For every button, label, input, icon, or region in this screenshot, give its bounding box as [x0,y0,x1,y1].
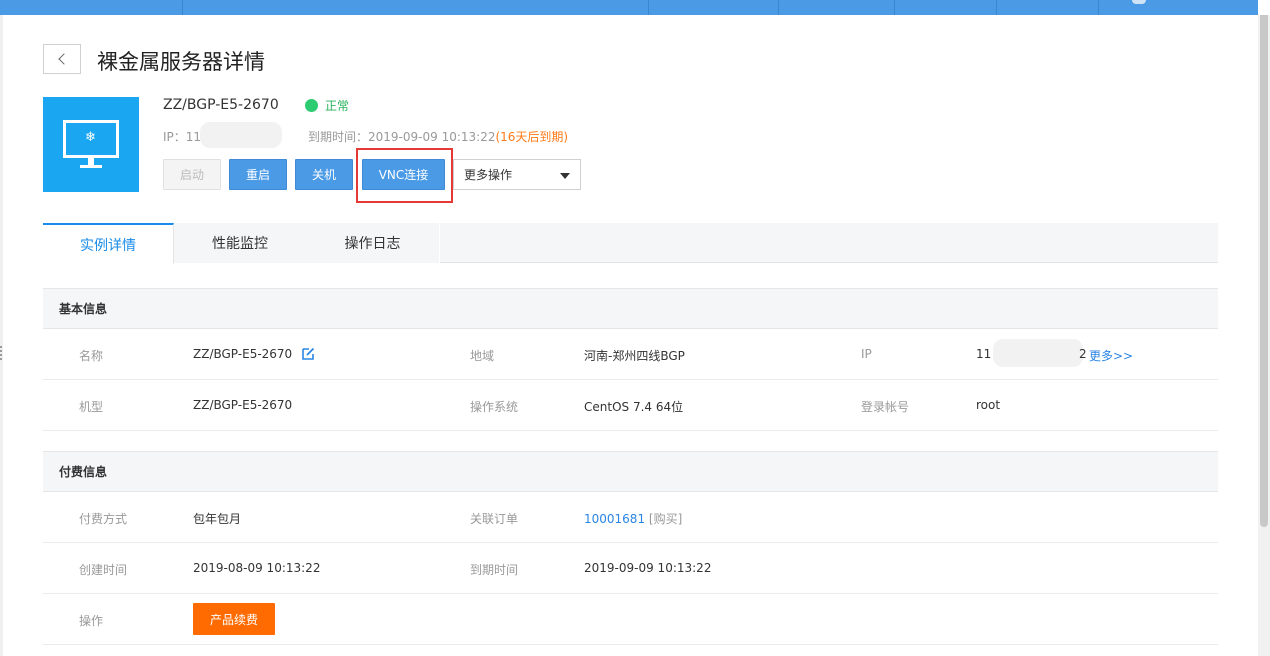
more-actions-label: 更多操作 [464,168,513,182]
info-row: 名称 ZZ/BGP-E5-2670 地域 河南-郑州四线BGP IP 11 2 … [43,329,1218,380]
basic-info-header: 基本信息 [43,288,1218,329]
ip-value-start: 11 [976,347,992,361]
scrollbar-thumb[interactable] [1260,15,1268,527]
shutdown-button[interactable]: 关机 [295,159,353,190]
os-value: CentOS 7.4 64位 [584,400,684,414]
nav-divider [182,0,183,15]
billing-method-label: 付费方式 [79,512,128,526]
nav-divider [778,0,779,15]
tab-instance-details[interactable]: 实例详情 [43,223,174,264]
info-row: 操作 产品续费 [43,594,1218,645]
ip-more-link[interactable]: 更多>> [1089,347,1133,364]
caret-down-icon [560,173,570,179]
status-text: 正常 [325,99,350,113]
os-label: 操作系统 [470,400,519,414]
nav-divider [1098,0,1099,15]
model-label: 机型 [79,400,104,414]
created-value: 2019-08-09 10:13:22 [193,561,321,575]
account-label: 登录帐号 [861,400,910,414]
left-panel-edge [0,15,3,656]
start-button[interactable]: 启动 [163,159,221,190]
order-info: 10001681 [购买] [584,510,682,527]
vertical-scrollbar[interactable] [1258,15,1270,656]
tab-bar: 实例详情 性能监控 操作日志 [43,223,1218,264]
ip-redaction [200,122,282,148]
nav-divider [894,0,895,15]
server-monitor-icon: ❄ [43,97,139,192]
order-type: [购买] [648,512,683,526]
name-value: ZZ/BGP-E5-2670 [193,347,293,361]
server-name: ZZ/BGP-E5-2670 [163,97,279,113]
nav-divider [648,0,649,15]
server-ip: IP：11 [163,130,202,144]
gear-icon: ❄ [85,130,96,145]
created-label: 创建时间 [79,563,128,577]
expire-info: 到期时间：2019-09-09 10:13:22(16天后到期) [308,128,568,145]
expire-label: 到期时间： [308,130,369,144]
user-avatar-icon[interactable] [1132,0,1146,4]
operation-label: 操作 [79,614,104,628]
name-label: 名称 [79,349,104,363]
left-panel-handle-icon[interactable] [0,346,3,360]
expire-date-label: 到期时间 [470,563,519,577]
tab-performance-monitoring[interactable]: 性能监控 [174,223,306,263]
region-label: 地域 [470,349,495,363]
billing-info-header: 付费信息 [43,451,1218,492]
info-row: 机型 ZZ/BGP-E5-2670 操作系统 CentOS 7.4 64位 登录… [43,380,1218,431]
restart-button[interactable]: 重启 [229,159,287,190]
status-badge: 正常 [305,97,349,114]
expire-value: 2019-09-09 10:13:22 [368,130,496,144]
status-dot-icon [305,99,318,112]
edit-icon[interactable] [302,347,315,360]
order-label: 关联订单 [470,512,519,526]
more-actions-select[interactable]: 更多操作 [453,159,581,190]
page-title: 裸金属服务器详情 [97,50,265,74]
tab-operation-log[interactable]: 操作日志 [306,223,440,263]
model-value: ZZ/BGP-E5-2670 [193,398,293,412]
billing-method-value: 包年包月 [193,512,242,526]
nav-divider [996,0,997,15]
vnc-highlight-box [356,148,453,203]
chevron-left-icon [57,53,70,65]
back-button[interactable] [43,44,81,74]
renew-button[interactable]: 产品续费 [193,603,275,635]
info-row: 创建时间 2019-08-09 10:13:22 到期时间 2019-09-09… [43,543,1218,594]
info-row: 付费方式 包年包月 关联订单 10001681 [购买] [43,492,1218,543]
expire-warning: (16天后到期) [495,130,569,144]
order-link[interactable]: 10001681 [584,512,645,526]
account-value: root [976,398,1001,412]
top-navigation-bar [0,0,1258,15]
ip-redaction [993,339,1083,367]
ip-value-end: 2 [1079,347,1087,361]
ip-label: IP [861,347,872,361]
expire-date-value: 2019-09-09 10:13:22 [584,561,712,575]
region-value: 河南-郑州四线BGP [584,349,685,363]
